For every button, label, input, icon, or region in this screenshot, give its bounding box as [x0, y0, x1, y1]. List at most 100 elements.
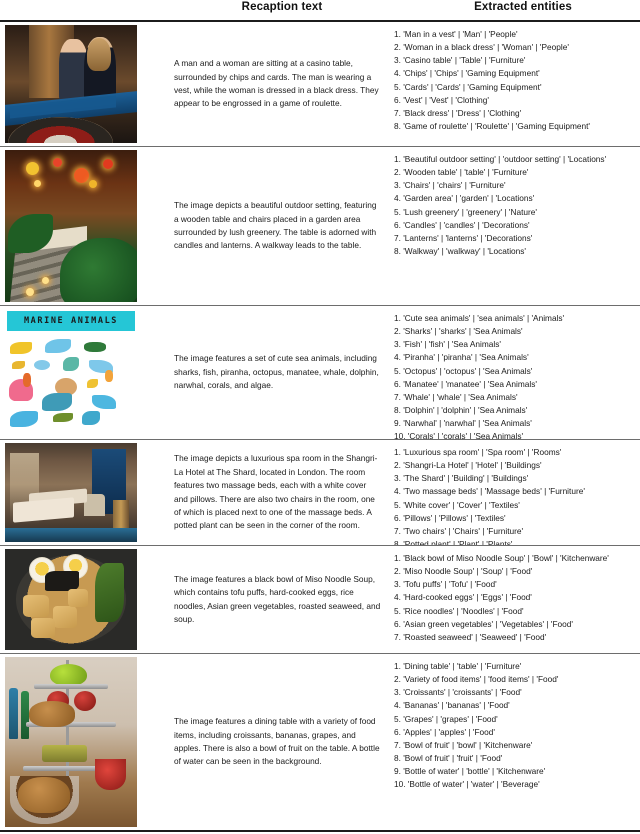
row-entities-cell: 1. 'Dining table' | 'table' | 'Furniture… [390, 654, 640, 791]
entity-item: 8. 'Walkway' | 'walkway' | 'Locations' [394, 245, 527, 256]
entity-item: 2. 'Sharks' | 'sharks' | 'Sea Animals' [394, 326, 523, 337]
entity-item: 4. 'Garden area' | 'garden' | 'Locations… [394, 193, 535, 204]
entity-item: 5. 'Octopus' | 'octopus' | 'Sea Animals' [394, 365, 533, 376]
row-recaption-cell: The image features a black bowl of Miso … [140, 546, 390, 653]
entity-item: 3. 'Tofu puffs' | 'Tofu' | 'Food' [394, 579, 497, 590]
entity-item: 7. 'Black dress' | 'Dress' | 'Clothing' [394, 107, 522, 118]
entity-item: 6. 'Vest' | 'Vest' | 'Clothing' [394, 94, 489, 105]
table-page: Recaption text Extracted entities A man … [0, 0, 640, 834]
table-row: MARINE ANIMALS The image features a set … [0, 306, 640, 439]
row-recaption-cell: The image depicts a luxurious spa room i… [140, 440, 390, 545]
row-recaption-cell: The image features a dining table with a… [140, 654, 390, 830]
entity-item: 7. 'Bowl of fruit' | 'bowl' | 'Kitchenwa… [394, 739, 533, 750]
entity-item: 6. 'Asian green vegetables' | 'Vegetable… [394, 618, 573, 629]
table-header: Recaption text Extracted entities [0, 0, 640, 20]
entity-item: 2. 'Miso Noodle Soup' | 'Soup' | 'Food' [394, 566, 533, 577]
marine-animals-banner: MARINE ANIMALS [7, 311, 135, 331]
row-image-cell [0, 22, 140, 146]
entity-item: 5. 'Lush greenery' | 'greenery' | 'Natur… [394, 206, 537, 217]
entity-item: 5. 'Cards' | 'Cards' | 'Gaming Equipment… [394, 81, 542, 92]
entity-item: 4. 'Hard-cooked eggs' | 'Eggs' | 'Food' [394, 592, 532, 603]
row-image-cell [0, 654, 140, 830]
entity-item: 1. 'Black bowl of Miso Noodle Soup' | 'B… [394, 553, 609, 563]
row-image-cell [0, 546, 140, 653]
column-header-recaption: Recaption text [241, 1, 323, 13]
entity-item: 8. 'Dolphin' | 'dolphin' | 'Sea Animals' [394, 404, 528, 415]
marine-animals-illustration: MARINE ANIMALS [5, 309, 137, 436]
entity-item: 3. 'The Shard' | 'Building' | 'Buildings… [394, 473, 529, 484]
footer-rule [0, 830, 640, 832]
entity-item: 1. 'Cute sea animals' | 'sea animals' | … [394, 313, 565, 323]
entity-item: 4. 'Bananas' | 'bananas' | 'Food' [394, 700, 510, 711]
entity-list: 1. 'Black bowl of Miso Noodle Soup' | 'B… [394, 552, 638, 644]
casino-table-photo [5, 25, 137, 143]
row-image-cell [0, 147, 140, 305]
entity-item: 2. 'Variety of food items' | 'food items… [394, 674, 559, 685]
row-image-cell [0, 440, 140, 545]
entity-item: 4. 'Piranha' | 'piranha' | 'Sea Animals' [394, 352, 529, 363]
entity-item: 1. 'Luxurious spa room' | 'Spa room' | '… [394, 447, 562, 457]
dining-table-buffet-photo [5, 657, 137, 827]
entity-item: 7. 'Whale' | 'whale' | 'Sea Animals' [394, 391, 518, 402]
entity-item: 6. 'Candles' | 'candles' | 'Decorations' [394, 219, 530, 230]
row-recaption-cell: The image depicts a beautiful outdoor se… [140, 147, 390, 305]
row-entities-cell: 1. 'Beautiful outdoor setting' | 'outdoo… [390, 147, 640, 258]
entity-list: 1. 'Luxurious spa room' | 'Spa room' | '… [394, 446, 638, 545]
entity-item: 3. 'Fish' | 'fish' | 'Sea Animals' [394, 339, 501, 350]
recaption-text: The image features a dining table with a… [174, 716, 380, 767]
entity-item: 8. 'Game of roulette' | 'Roulette' | 'Ga… [394, 120, 590, 131]
table-row: A man and a woman are sitting at a casin… [0, 22, 640, 146]
entity-item: 6. 'Pillows' | 'Pillows' | 'Textiles' [394, 512, 506, 523]
entity-item: 5. 'Rice noodles' | 'Noodles' | 'Food' [394, 605, 524, 616]
table-row: The image features a dining table with a… [0, 654, 640, 830]
entity-list: 1. 'Cute sea animals' | 'sea animals' | … [394, 312, 638, 439]
entity-item: 8. 'Bowl of fruit' | 'fruit' | 'Food' [394, 752, 503, 763]
entity-item: 2. 'Woman in a black dress' | 'Woman' | … [394, 42, 569, 53]
entity-item: 4. 'Chips' | 'Chips' | 'Gaming Equipment… [394, 68, 540, 79]
miso-noodle-soup-photo [5, 549, 137, 650]
entity-item: 9. 'Bottle of water' | 'bottle' | 'Kitch… [394, 766, 546, 777]
entity-item: 1. 'Beautiful outdoor setting' | 'outdoo… [394, 154, 607, 164]
banner-label: MARINE ANIMALS [23, 316, 119, 326]
garden-patio-photo [5, 150, 137, 302]
entity-item: 1. 'Dining table' | 'table' | 'Furniture… [394, 661, 522, 671]
entity-item: 1. 'Man in a vest' | 'Man' | 'People' [394, 29, 518, 39]
row-entities-cell: 1. 'Man in a vest' | 'Man' | 'People' 2.… [390, 22, 640, 133]
spa-room-photo [5, 443, 137, 542]
column-header-entities: Extracted entities [474, 1, 572, 13]
entity-item: 6. 'Apples' | 'apples' | 'Food' [394, 726, 495, 737]
entity-item: 3. 'Casino table' | 'Table' | 'Furniture… [394, 55, 526, 66]
recaption-text: The image depicts a beautiful outdoor se… [174, 200, 377, 251]
entity-item: 2. 'Shangri-La Hotel' | 'Hotel' | 'Build… [394, 460, 542, 471]
row-entities-cell: 1. 'Luxurious spa room' | 'Spa room' | '… [390, 440, 640, 545]
table-row: The image depicts a beautiful outdoor se… [0, 147, 640, 305]
entity-item: 2. 'Wooden table' | 'table' | 'Furniture… [394, 167, 529, 178]
table-row: The image features a black bowl of Miso … [0, 546, 640, 653]
entity-item: 6. 'Manatee' | 'manatee' | 'Sea Animals' [394, 378, 537, 389]
entity-item: 8. 'Potted plant' | 'Plant' | 'Plants' [394, 538, 513, 545]
entity-item: 10. 'Bottle of water' | 'water' | 'Bever… [394, 779, 540, 790]
entity-list: 1. 'Beautiful outdoor setting' | 'outdoo… [394, 153, 638, 258]
recaption-text: The image depicts a luxurious spa room i… [174, 453, 378, 531]
entity-item: 7. 'Roasted seaweed' | 'Seaweed' | 'Food… [394, 631, 547, 642]
row-entities-cell: 1. 'Cute sea animals' | 'sea animals' | … [390, 306, 640, 439]
entity-item: 10. 'Corals' | 'corals' | 'Sea Animals' [394, 431, 524, 439]
recaption-text: The image features a black bowl of Miso … [174, 573, 381, 624]
recaption-text: A man and a woman are sitting at a casin… [174, 58, 379, 109]
table-row: The image depicts a luxurious spa room i… [0, 440, 640, 545]
entity-item: 7. 'Two chairs' | 'Chairs' | 'Furniture' [394, 525, 524, 536]
entity-item: 7. 'Lanterns' | 'lanterns' | 'Decoration… [394, 232, 533, 243]
entity-item: 3. 'Croissants' | 'croissants' | 'Food' [394, 687, 522, 698]
entity-list: 1. 'Man in a vest' | 'Man' | 'People' 2.… [394, 28, 638, 133]
row-recaption-cell: The image features a set of cute sea ani… [140, 306, 390, 439]
row-recaption-cell: A man and a woman are sitting at a casin… [140, 22, 390, 146]
entity-item: 5. 'Grapes' | 'grapes' | 'Food' [394, 713, 498, 724]
entity-item: 5. 'White cover' | 'Cover' | 'Textiles' [394, 499, 520, 510]
entity-list: 1. 'Dining table' | 'table' | 'Furniture… [394, 660, 638, 791]
entity-item: 9. 'Narwhal' | 'narwhal' | 'Sea Animals' [394, 418, 532, 429]
row-entities-cell: 1. 'Black bowl of Miso Noodle Soup' | 'B… [390, 546, 640, 644]
entity-item: 4. 'Two massage beds' | 'Massage beds' |… [394, 486, 585, 497]
row-image-cell: MARINE ANIMALS [0, 306, 140, 439]
entity-item: 3. 'Chairs' | 'chairs' | 'Furniture' [394, 180, 506, 191]
recaption-text: The image features a set of cute sea ani… [174, 353, 379, 391]
